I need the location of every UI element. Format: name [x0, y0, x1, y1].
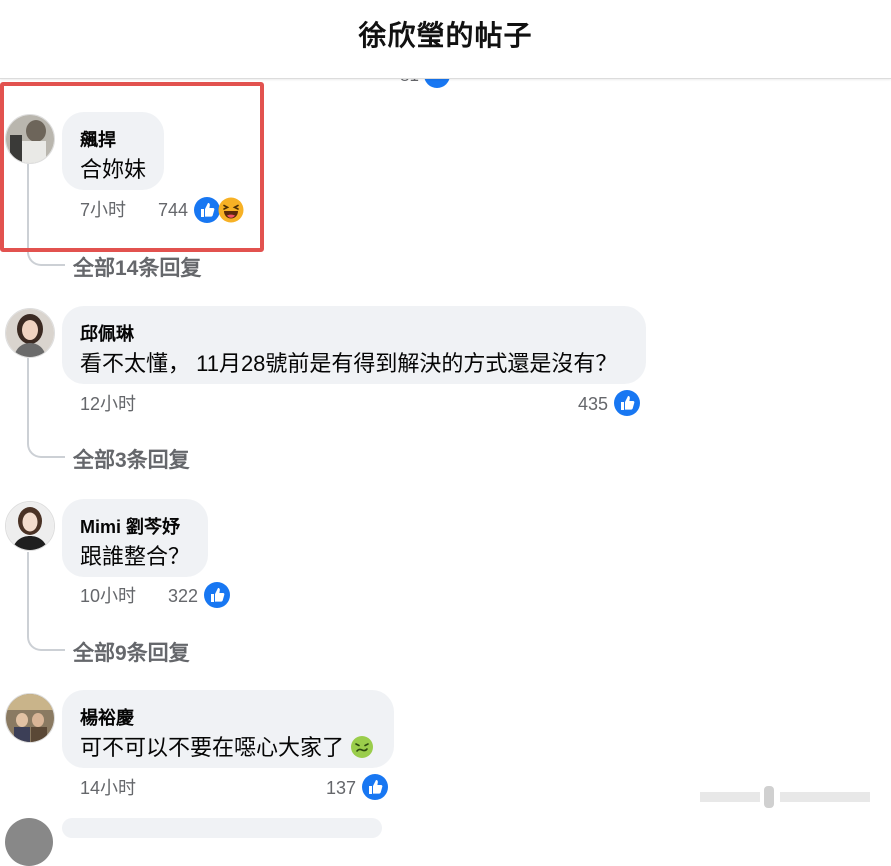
- page-title: 徐欣瑩的帖子: [358, 20, 533, 51]
- thread-line: [27, 552, 65, 651]
- comment-bubble: 邱佩琳 看不太懂， 11月28號前是有得到解決的方式還是沒有？: [62, 306, 646, 384]
- avatar[interactable]: [5, 308, 55, 358]
- comment-text-content: 可不可以不要在噁心大家了: [80, 735, 345, 760]
- avatar[interactable]: [5, 501, 55, 551]
- comment-text: 跟誰整合？: [80, 544, 191, 569]
- like-icon[interactable]: [362, 774, 388, 800]
- comment-bubble: [62, 818, 382, 838]
- like-count[interactable]: 137: [326, 778, 356, 799]
- like-icon[interactable]: [614, 390, 640, 416]
- header-bar: 徐欣瑩的帖子: [0, 0, 891, 79]
- view-replies-link[interactable]: 全部9条回复: [73, 637, 190, 667]
- comment-time[interactable]: 14小时: [80, 774, 136, 800]
- avatar[interactable]: [5, 818, 53, 866]
- comment-bubble: 楊裕慶 可不可以不要在噁心大家了: [62, 690, 394, 768]
- avatar[interactable]: [5, 693, 55, 743]
- comment-bubble: Mimi 劉芩妤 跟誰整合？: [62, 499, 208, 577]
- comment-author[interactable]: 邱佩琳: [80, 320, 134, 346]
- comment-author[interactable]: Mimi 劉芩妤: [80, 513, 180, 539]
- thread-line: [27, 358, 65, 458]
- view-replies-link[interactable]: 全部14条回复: [73, 252, 201, 282]
- comment-text: 看不太懂， 11月28號前是有得到解決的方式還是沒有？: [80, 351, 618, 376]
- like-count[interactable]: 322: [168, 586, 198, 607]
- highlight-box: [0, 82, 264, 252]
- nauseated-face-icon: [350, 735, 374, 765]
- comment-author[interactable]: 楊裕慶: [80, 704, 134, 730]
- comment-time[interactable]: 12小时: [80, 390, 136, 416]
- like-icon[interactable]: [204, 582, 230, 608]
- view-replies-link[interactable]: 全部3条回复: [73, 444, 190, 474]
- watermark: [700, 784, 880, 810]
- comment-time[interactable]: 10小时: [80, 582, 136, 608]
- like-count[interactable]: 435: [578, 394, 608, 415]
- comment-text: 可不可以不要在噁心大家了: [80, 730, 374, 765]
